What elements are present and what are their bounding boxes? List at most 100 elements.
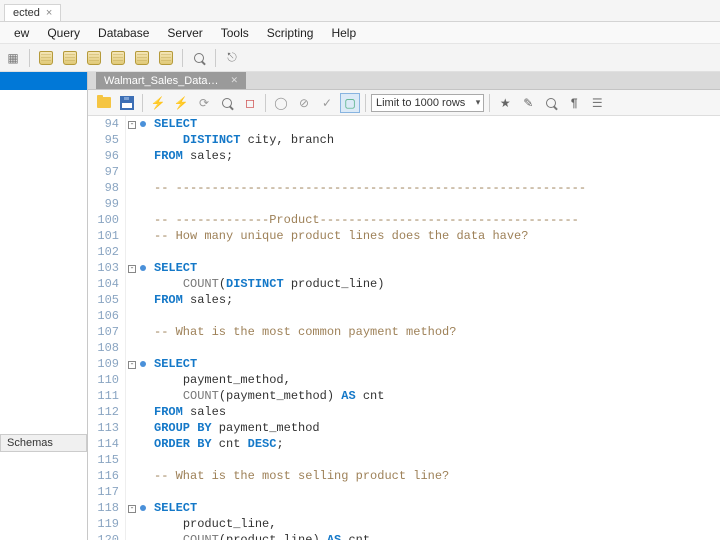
menu-tools[interactable]: Tools (213, 24, 257, 42)
code-line[interactable]: 110 payment_method, (88, 372, 720, 388)
breakpoint-gutter[interactable] (138, 372, 148, 388)
file-tab-active[interactable]: Walmart_Sales_Data_Analysis_... ✕ (96, 72, 246, 89)
fold-gutter[interactable] (126, 340, 138, 356)
fold-gutter[interactable] (126, 324, 138, 340)
explain-plan-icon[interactable] (217, 93, 237, 113)
fold-gutter[interactable]: - (126, 356, 138, 372)
code-line[interactable]: 116-- What is the most selling product l… (88, 468, 720, 484)
code-line[interactable]: 100-- -------------Product--------------… (88, 212, 720, 228)
fold-gutter[interactable] (126, 436, 138, 452)
save-icon[interactable] (117, 93, 137, 113)
code-line[interactable]: 99 (88, 196, 720, 212)
commit-icon[interactable]: ◯ (271, 93, 291, 113)
breakpoint-gutter[interactable] (138, 308, 148, 324)
code-line[interactable]: 95 DISTINCT city, branch (88, 132, 720, 148)
fold-gutter[interactable] (126, 404, 138, 420)
fold-gutter[interactable] (126, 276, 138, 292)
code-line[interactable]: 113GROUP BY payment_method (88, 420, 720, 436)
sidebar-tab-schemas[interactable]: Schemas (0, 434, 87, 452)
explain-icon[interactable]: ⟳ (194, 93, 214, 113)
fold-gutter[interactable] (126, 484, 138, 500)
menu-server[interactable]: Server (159, 24, 210, 42)
breakpoint-gutter[interactable] (138, 180, 148, 196)
close-icon[interactable]: ✕ (230, 75, 238, 86)
code-line[interactable]: 98-- -----------------------------------… (88, 180, 720, 196)
code-line[interactable]: 118-SELECT (88, 500, 720, 516)
code-line[interactable]: 107-- What is the most common payment me… (88, 324, 720, 340)
toolbar-sql-2[interactable] (59, 47, 81, 69)
breakpoint-gutter[interactable] (138, 532, 148, 540)
code-line[interactable]: 120 COUNT(product_line) AS cnt (88, 532, 720, 540)
close-icon[interactable]: × (46, 7, 52, 19)
find-icon[interactable] (541, 93, 561, 113)
fold-gutter[interactable] (126, 308, 138, 324)
sql-editor[interactable]: 94-SELECT95 DISTINCT city, branch96FROM … (88, 116, 720, 540)
code-line[interactable]: 94-SELECT (88, 116, 720, 132)
code-line[interactable]: 109-SELECT (88, 356, 720, 372)
fold-gutter[interactable] (126, 532, 138, 540)
toolbar-button-1[interactable]: ▦ (2, 47, 24, 69)
fold-gutter[interactable] (126, 212, 138, 228)
menu-scripting[interactable]: Scripting (259, 24, 322, 42)
code-line[interactable]: 108 (88, 340, 720, 356)
fold-gutter[interactable] (126, 516, 138, 532)
beautify-icon[interactable]: ✎ (518, 93, 538, 113)
open-file-icon[interactable] (94, 93, 114, 113)
rollback-icon[interactable]: ⊘ (294, 93, 314, 113)
fold-gutter[interactable] (126, 196, 138, 212)
code-line[interactable]: 106 (88, 308, 720, 324)
code-line[interactable]: 102 (88, 244, 720, 260)
breakpoint-gutter[interactable] (138, 292, 148, 308)
toolbar-script[interactable]: ⎋ (221, 47, 243, 69)
fold-gutter[interactable]: - (126, 116, 138, 132)
code-line[interactable]: 117 (88, 484, 720, 500)
breakpoint-gutter[interactable] (138, 340, 148, 356)
fold-gutter[interactable] (126, 452, 138, 468)
toolbar-search[interactable] (188, 47, 210, 69)
fold-gutter[interactable] (126, 468, 138, 484)
code-line[interactable]: 97 (88, 164, 720, 180)
breakpoint-gutter[interactable] (138, 452, 148, 468)
fold-gutter[interactable] (126, 420, 138, 436)
breakpoint-gutter[interactable] (138, 212, 148, 228)
code-line[interactable]: 114ORDER BY cnt DESC; (88, 436, 720, 452)
toolbar-sql-5[interactable] (131, 47, 153, 69)
code-line[interactable]: 96FROM sales; (88, 148, 720, 164)
window-tab[interactable]: ected × (4, 4, 61, 21)
code-line[interactable]: 115 (88, 452, 720, 468)
menu-view[interactable]: ew (6, 24, 37, 42)
menu-query[interactable]: Query (39, 24, 88, 42)
code-line[interactable]: 119 product_line, (88, 516, 720, 532)
execute-current-icon[interactable]: ⚡ (171, 93, 191, 113)
fold-gutter[interactable] (126, 132, 138, 148)
breakpoint-gutter[interactable] (138, 164, 148, 180)
fold-gutter[interactable] (126, 180, 138, 196)
breakpoint-gutter[interactable] (138, 276, 148, 292)
code-line[interactable]: 101-- How many unique product lines does… (88, 228, 720, 244)
toolbar-sql-4[interactable] (107, 47, 129, 69)
code-line[interactable]: 111 COUNT(payment_method) AS cnt (88, 388, 720, 404)
fold-gutter[interactable] (126, 228, 138, 244)
toolbar-sql-3[interactable] (83, 47, 105, 69)
fold-gutter[interactable] (126, 388, 138, 404)
breakpoint-gutter[interactable] (138, 420, 148, 436)
breakpoint-gutter[interactable] (138, 260, 148, 276)
sidebar-selected-item[interactable] (0, 72, 87, 90)
fold-gutter[interactable] (126, 372, 138, 388)
code-line[interactable]: 104 COUNT(DISTINCT product_line) (88, 276, 720, 292)
toggle-autocommit-icon[interactable]: ▢ (340, 93, 360, 113)
fold-gutter[interactable] (126, 148, 138, 164)
breakpoint-gutter[interactable] (138, 196, 148, 212)
favorites-icon[interactable]: ★ (495, 93, 515, 113)
execute-icon[interactable]: ⚡ (148, 93, 168, 113)
breakpoint-gutter[interactable] (138, 500, 148, 516)
fold-gutter[interactable] (126, 292, 138, 308)
fold-gutter[interactable] (126, 164, 138, 180)
breakpoint-gutter[interactable] (138, 436, 148, 452)
breakpoint-gutter[interactable] (138, 388, 148, 404)
fold-gutter[interactable] (126, 244, 138, 260)
breakpoint-gutter[interactable] (138, 132, 148, 148)
stop-icon[interactable]: ◻ (240, 93, 260, 113)
breakpoint-gutter[interactable] (138, 228, 148, 244)
code-line[interactable]: 105FROM sales; (88, 292, 720, 308)
